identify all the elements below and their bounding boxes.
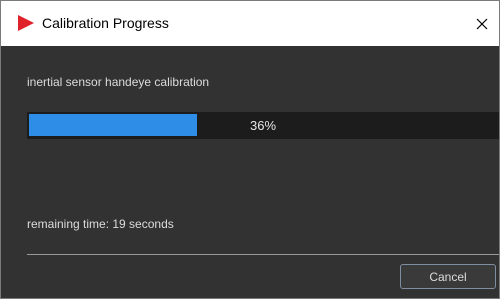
cancel-button[interactable]: Cancel: [400, 264, 496, 289]
window-title: Calibration Progress: [42, 15, 169, 31]
task-label: inertial sensor handeye calibration: [27, 75, 210, 89]
remaining-time-label: remaining time: 19 seconds: [27, 217, 174, 231]
calibration-progress-dialog: Calibration Progress inertial sensor han…: [0, 0, 500, 299]
app-logo-icon: [18, 15, 34, 31]
close-icon: [476, 18, 488, 29]
progress-percent-text: 36%: [249, 118, 277, 133]
close-button[interactable]: [465, 1, 499, 46]
progress-bar: 36%: [27, 112, 499, 139]
title-bar: Calibration Progress: [1, 1, 499, 46]
dialog-content: inertial sensor handeye calibration 36% …: [1, 46, 499, 298]
divider: [27, 254, 499, 255]
